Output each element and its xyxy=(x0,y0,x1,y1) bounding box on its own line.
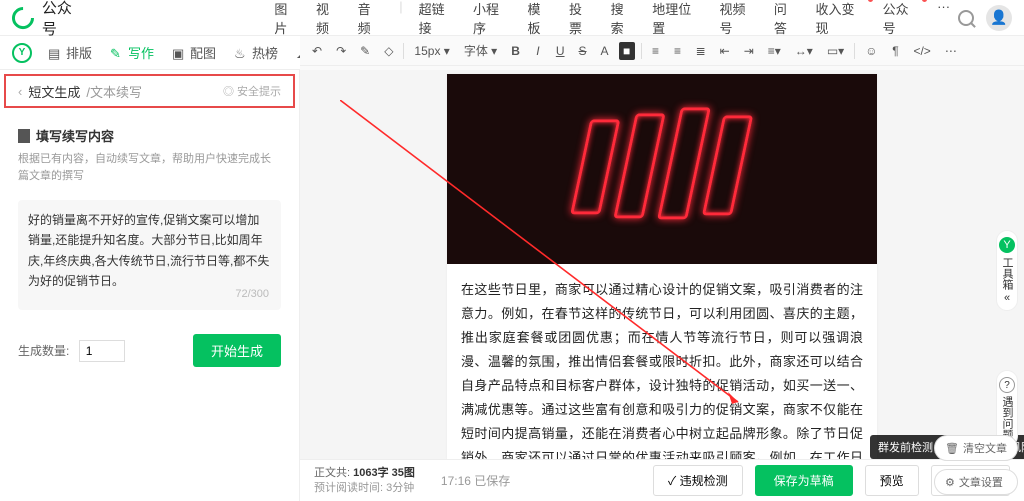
font-size-select[interactable]: 15px ▾ xyxy=(410,42,453,60)
menu-account[interactable]: 公众号 xyxy=(883,0,921,37)
continue-panel: 填写续写内容 根据已有内容，自动续写文章，帮助用户快速完成长篇文章的撰写 好的销… xyxy=(0,112,299,381)
more-tools-icon[interactable]: ⋯ xyxy=(941,42,961,60)
main: ‹ 短文生成 /文本续写 ◎ 安全提示 填写续写内容 根据已有内容，自动续写文章… xyxy=(0,70,1024,501)
margin-icon[interactable]: ▭▾ xyxy=(823,42,848,60)
brand-title: 公众号 xyxy=(42,0,87,39)
document-icon xyxy=(18,129,30,143)
generate-button[interactable]: 开始生成 xyxy=(193,334,281,367)
top-menu: 图片 视频 音频 | 超链接 小程序 模板 投票 搜索 地理位置 视频号 问答 … xyxy=(274,0,950,37)
emoji-icon[interactable]: ☺ xyxy=(861,42,881,60)
align-justify-icon[interactable]: ≣ xyxy=(692,42,710,60)
menu-search[interactable]: 搜索 xyxy=(611,0,637,37)
bold-button[interactable]: B xyxy=(507,42,524,60)
special-char-icon[interactable]: ¶ xyxy=(887,42,903,60)
article-image xyxy=(447,74,877,264)
wechat-logo-icon xyxy=(7,2,38,33)
menu-qa[interactable]: 问答 xyxy=(774,0,800,37)
gen-count-label: 生成数量: xyxy=(18,344,69,358)
indent-inc-icon[interactable]: ⇥ xyxy=(740,42,758,60)
panel-title: 填写续写内容 xyxy=(18,126,281,145)
layout-icon: ▤ xyxy=(48,46,62,60)
italic-button[interactable]: I xyxy=(530,42,546,60)
preview-button[interactable]: 预览 xyxy=(865,465,919,496)
search-icon[interactable] xyxy=(958,10,974,26)
tab-write[interactable]: ✎写作 xyxy=(110,43,154,62)
menu-poll[interactable]: 投票 xyxy=(569,0,595,37)
char-count: 72/300 xyxy=(235,285,269,304)
bottom-right-actions: 🗑 清空文章 ⚙ 文章设置 xyxy=(934,435,1018,495)
gen-count-input[interactable] xyxy=(79,340,125,362)
article-body[interactable]: 在这些节日里，商家可以通过精心设计的促销文案，吸引消费者的注意力。例如，在春节这… xyxy=(447,264,877,459)
code-icon[interactable]: </> xyxy=(909,42,934,60)
breadcrumb: ‹ 短文生成 /文本续写 ◎ 安全提示 xyxy=(4,74,295,108)
strike-button[interactable]: S xyxy=(575,42,591,60)
menu-miniprogram[interactable]: 小程序 xyxy=(473,0,511,37)
back-chevron-icon[interactable]: ‹ xyxy=(18,84,22,99)
article-settings-button[interactable]: ⚙ 文章设置 xyxy=(934,469,1018,495)
align-center-icon[interactable]: ≡ xyxy=(670,42,686,60)
collapse-icon[interactable]: « xyxy=(1004,292,1010,304)
menu-channels[interactable]: 视频号 xyxy=(719,0,757,37)
word-stats: 正文共: 1063字 35图 预计阅读时间: 3分钟 xyxy=(314,466,415,495)
editor-toolbar: ↶ ↷ ✎ ◇ 15px ▾ 字体 ▾ B I U S A ■ ≡ ≡ ≣ ⇤ … xyxy=(300,36,1024,66)
menu-location[interactable]: 地理位置 xyxy=(652,0,703,37)
clear-article-button[interactable]: 🗑 清空文章 xyxy=(934,435,1018,461)
format-brush-icon[interactable]: ✎ xyxy=(356,42,374,60)
menu-income[interactable]: 收入变现 xyxy=(815,0,866,37)
safety-tip[interactable]: ◎ 安全提示 xyxy=(223,83,281,99)
tab-trending[interactable]: ♨热榜 xyxy=(234,43,278,62)
tab-layout[interactable]: ▤排版 xyxy=(48,43,92,62)
mode-tabbar: Y ▤排版 ✎写作 ▣配图 ♨热榜 ☁工具 ↶ ↷ ✎ ◇ 15px ▾ 字体 … xyxy=(0,36,1024,70)
letter-spacing-icon[interactable]: ↔▾ xyxy=(791,42,817,60)
editor-area: 在这些节日里，商家可以通过精心设计的促销文案，吸引消费者的注意力。例如，在春节这… xyxy=(300,70,1024,501)
mode-icon[interactable]: Y xyxy=(12,43,32,63)
continue-input[interactable]: 好的销量离不开好的宣传,促销文案可以增加销量,还能提升知名度。大部分节日,比如周… xyxy=(18,200,281,310)
image-icon: ▣ xyxy=(172,46,186,60)
crumb-current: /文本续写 xyxy=(86,82,142,101)
menu-more[interactable]: ··· xyxy=(937,0,950,37)
generate-row: 生成数量: 开始生成 xyxy=(18,334,281,367)
align-left-icon[interactable]: ≡ xyxy=(648,42,664,60)
help-icon: ? xyxy=(999,377,1015,393)
highlight-button[interactable]: ■ xyxy=(619,42,635,60)
tab-image[interactable]: ▣配图 xyxy=(172,43,216,62)
top-bar: 公众号 图片 视频 音频 | 超链接 小程序 模板 投票 搜索 地理位置 视频号… xyxy=(0,0,1024,36)
menu-template[interactable]: 模板 xyxy=(527,0,553,37)
panel-desc: 根据已有内容，自动续写文章，帮助用户快速完成长篇文章的撰写 xyxy=(18,151,281,184)
save-time: 17:16 已保存 xyxy=(441,472,510,489)
clear-format-icon[interactable]: ◇ xyxy=(380,42,397,60)
editor-footer: 正文共: 1063字 35图 预计阅读时间: 3分钟 17:16 已保存 ✓ 违… xyxy=(300,459,1024,501)
menu-link[interactable]: 超链接 xyxy=(419,0,457,37)
sidebar: ‹ 短文生成 /文本续写 ◎ 安全提示 填写续写内容 根据已有内容，自动续写文章… xyxy=(0,70,300,501)
toolbox-icon: Y xyxy=(999,237,1015,253)
menu-video[interactable]: 视频 xyxy=(316,0,342,37)
write-icon: ✎ xyxy=(110,46,124,60)
avatar[interactable]: 👤 xyxy=(986,5,1012,31)
top-right: 👤 xyxy=(958,5,1012,31)
article-canvas[interactable]: 在这些节日里，商家可以通过精心设计的促销文案，吸引消费者的注意力。例如，在春节这… xyxy=(447,74,877,459)
menu-audio[interactable]: 音频 xyxy=(358,0,384,37)
redo-icon[interactable]: ↷ xyxy=(332,42,350,60)
save-draft-button[interactable]: 保存为草稿 xyxy=(755,465,853,496)
menu-image[interactable]: 图片 xyxy=(274,0,300,37)
trending-icon: ♨ xyxy=(234,46,248,60)
crumb-parent[interactable]: 短文生成 xyxy=(28,82,80,101)
right-rail-toolbox[interactable]: Y 工具箱 « xyxy=(996,230,1018,311)
font-color-button[interactable]: A xyxy=(597,42,613,60)
indent-dec-icon[interactable]: ⇤ xyxy=(716,42,734,60)
violation-check-button[interactable]: ✓ 违规检测 xyxy=(653,465,743,496)
font-family-select[interactable]: 字体 ▾ xyxy=(460,40,501,61)
mode-tabs: ▤排版 ✎写作 ▣配图 ♨热榜 ☁工具 xyxy=(48,43,340,62)
undo-icon[interactable]: ↶ xyxy=(308,42,326,60)
underline-button[interactable]: U xyxy=(552,42,569,60)
line-height-icon[interactable]: ≡▾ xyxy=(764,42,785,60)
